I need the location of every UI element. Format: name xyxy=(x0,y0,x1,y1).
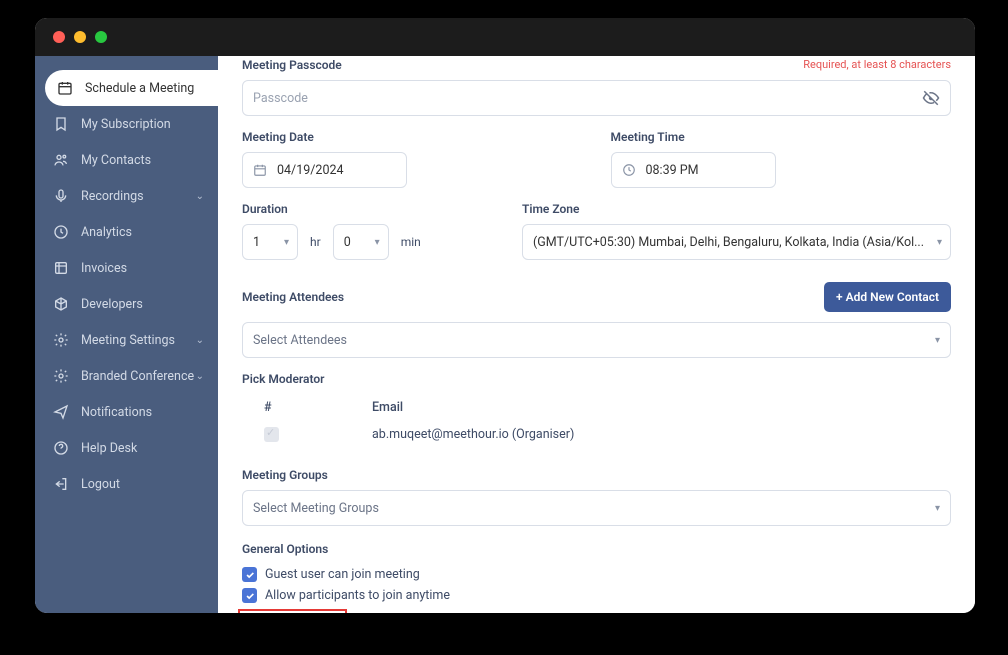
window-maximize-icon[interactable] xyxy=(95,31,107,43)
date-label: Meeting Date xyxy=(242,130,583,144)
sidebar-item-label: My Subscription xyxy=(81,117,171,132)
chevron-down-icon: ⌄ xyxy=(196,191,204,202)
timezone-select[interactable]: (GMT/UTC+05:30) Mumbai, Delhi, Bengaluru… xyxy=(522,224,951,260)
sidebar-item-help-desk[interactable]: Help Desk xyxy=(35,430,218,466)
passcode-input[interactable] xyxy=(253,91,912,106)
mod-col-num: # xyxy=(252,400,372,415)
sidebar-item-notifications[interactable]: Notifications xyxy=(35,394,218,430)
sidebar-item-label: Recordings xyxy=(81,189,144,204)
titlebar xyxy=(35,18,975,56)
cube-icon xyxy=(53,296,69,312)
sidebar-item-invoices[interactable]: Invoices xyxy=(35,250,218,286)
passcode-input-wrap[interactable] xyxy=(242,80,951,116)
option-label: Allow participants to join anytime xyxy=(265,588,450,603)
chevron-down-icon: ⌄ xyxy=(196,371,204,382)
time-label: Meeting Time xyxy=(611,130,952,144)
time-input[interactable] xyxy=(646,163,805,178)
window-close-icon[interactable] xyxy=(53,31,65,43)
mic-icon xyxy=(53,188,69,204)
send-icon xyxy=(53,404,69,420)
sidebar-item-label: Invoices xyxy=(81,261,127,276)
hr-unit: hr xyxy=(310,235,321,249)
sidebar-item-logout[interactable]: Logout xyxy=(35,466,218,502)
min-unit: min xyxy=(401,235,421,249)
attendees-label: Meeting Attendees xyxy=(242,290,344,304)
eye-off-icon[interactable] xyxy=(922,89,940,107)
invoice-icon xyxy=(53,260,69,276)
moderator-table: # Email ab.muqeet@meethour.io (Organiser… xyxy=(242,394,951,452)
option-label: Guest user can join meeting xyxy=(265,567,420,582)
sidebar-item-label: Developers xyxy=(81,297,143,312)
clock-icon xyxy=(622,163,636,177)
sidebar-item-branded-conference[interactable]: Branded Conference ⌄ xyxy=(35,358,218,394)
caret-down-icon: ▾ xyxy=(935,503,940,514)
date-input-wrap[interactable] xyxy=(242,152,407,188)
caret-down-icon: ▾ xyxy=(935,335,940,346)
sidebar-item-analytics[interactable]: Analytics xyxy=(35,214,218,250)
sidebar-item-contacts[interactable]: My Contacts xyxy=(35,142,218,178)
passcode-label: Meeting Passcode xyxy=(242,58,342,72)
gear-icon xyxy=(53,368,69,384)
contacts-icon xyxy=(53,152,69,168)
mod-col-email: Email xyxy=(372,400,941,415)
bookmark-icon xyxy=(53,116,69,132)
sidebar-item-label: Schedule a Meeting xyxy=(85,81,194,96)
option-enable-lobby: Enable Lobby xyxy=(242,606,951,613)
option-join-anytime: Allow participants to join anytime xyxy=(242,585,951,606)
sidebar-item-label: Notifications xyxy=(81,405,152,420)
calendar-icon xyxy=(57,80,73,96)
duration-hr-select[interactable]: 1▾ xyxy=(242,224,298,260)
sidebar-item-label: Logout xyxy=(81,477,120,492)
window-minimize-icon[interactable] xyxy=(74,31,86,43)
sidebar-item-schedule-meeting[interactable]: Schedule a Meeting xyxy=(45,70,218,106)
sidebar-item-meeting-settings[interactable]: Meeting Settings ⌄ xyxy=(35,322,218,358)
checkbox-disabled xyxy=(264,427,279,442)
sidebar-item-developers[interactable]: Developers xyxy=(35,286,218,322)
gear-icon xyxy=(53,332,69,348)
attendees-select[interactable]: Select Attendees▾ xyxy=(242,322,951,358)
sidebar-item-label: Meeting Settings xyxy=(81,333,175,348)
groups-select[interactable]: Select Meeting Groups▾ xyxy=(242,490,951,526)
sidebar-item-label: My Contacts xyxy=(81,153,151,168)
chevron-down-icon: ⌄ xyxy=(196,335,204,346)
help-icon xyxy=(53,440,69,456)
sidebar-item-label: Analytics xyxy=(81,225,132,240)
moderator-email: ab.muqeet@meethour.io (Organiser) xyxy=(372,427,941,446)
calendar-icon xyxy=(253,163,267,177)
groups-label: Meeting Groups xyxy=(242,468,951,482)
sidebar-item-subscription[interactable]: My Subscription xyxy=(35,106,218,142)
duration-label: Duration xyxy=(242,202,494,216)
sidebar: Schedule a Meeting My Subscription My Co… xyxy=(35,56,218,613)
sidebar-item-recordings[interactable]: Recordings ⌄ xyxy=(35,178,218,214)
checkbox[interactable] xyxy=(242,567,257,582)
sidebar-item-label: Branded Conference xyxy=(81,369,194,384)
checkbox[interactable] xyxy=(242,588,257,603)
moderator-row: ab.muqeet@meethour.io (Organiser) xyxy=(242,421,951,452)
passcode-requirement: Required, at least 8 characters xyxy=(803,56,951,71)
add-contact-button[interactable]: + Add New Contact xyxy=(824,282,951,312)
clock-icon xyxy=(53,224,69,240)
moderator-label: Pick Moderator xyxy=(242,372,951,386)
general-options-label: General Options xyxy=(242,542,951,556)
logout-icon xyxy=(53,476,69,492)
option-guest-join: Guest user can join meeting xyxy=(242,564,951,585)
caret-down-icon: ▾ xyxy=(375,237,380,248)
date-input[interactable] xyxy=(277,163,436,178)
time-input-wrap[interactable] xyxy=(611,152,776,188)
duration-min-select[interactable]: 0▾ xyxy=(333,224,389,260)
caret-down-icon: ▾ xyxy=(937,237,942,248)
main-content: Meeting Passcode Required, at least 8 ch… xyxy=(218,56,975,613)
tz-label: Time Zone xyxy=(522,202,951,216)
sidebar-item-label: Help Desk xyxy=(81,441,137,456)
highlight-box: Enable Lobby xyxy=(238,609,347,613)
caret-down-icon: ▾ xyxy=(284,237,289,248)
